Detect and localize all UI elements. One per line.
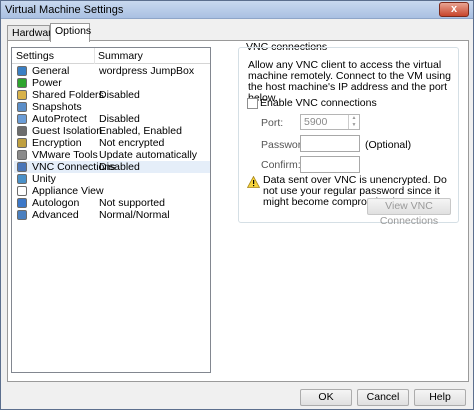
- port-spinner-arrows[interactable]: ▲ ▼: [348, 115, 359, 129]
- tab-hardware[interactable]: Hardware: [7, 25, 58, 41]
- warning-icon: [247, 176, 260, 188]
- settings-row-name: Autologon: [32, 197, 80, 209]
- settings-row-summary: Not encrypted: [99, 137, 165, 149]
- settings-row-name: Guest Isolation: [32, 125, 103, 137]
- settings-row[interactable]: Encryption Not encrypted: [14, 137, 210, 149]
- settings-row[interactable]: Advanced Normal/Normal: [14, 209, 210, 221]
- spinner-down-icon[interactable]: ▼: [349, 122, 359, 129]
- port-label: Port:: [261, 117, 284, 129]
- help-button[interactable]: Help: [414, 389, 466, 406]
- guest-isolation-icon: [17, 126, 27, 136]
- settings-row-summary: wordpress JumpBox: [99, 65, 195, 77]
- settings-row[interactable]: Guest Isolation Enabled, Enabled: [14, 125, 210, 137]
- list-header: Settings Summary: [12, 48, 210, 64]
- column-summary[interactable]: Summary: [98, 50, 143, 62]
- appliance-view-icon: [17, 186, 27, 196]
- settings-row[interactable]: General wordpress JumpBox: [14, 65, 210, 77]
- settings-row-name: Shared Folders: [32, 89, 104, 101]
- vmware-tools-icon: [17, 150, 27, 160]
- unity-icon: [17, 174, 27, 184]
- settings-row-name: AutoProtect: [32, 113, 87, 125]
- enable-vnc-label[interactable]: Enable VNC connections: [260, 97, 377, 109]
- general-icon: [17, 66, 27, 76]
- settings-row[interactable]: Shared Folders Disabled: [14, 89, 210, 101]
- settings-row-name: Snapshots: [32, 101, 82, 113]
- column-settings[interactable]: Settings: [16, 50, 54, 62]
- optional-label: (Optional): [365, 139, 412, 151]
- settings-row[interactable]: VMware Tools Update automatically: [14, 149, 210, 161]
- confirm-password-field[interactable]: [300, 156, 360, 173]
- settings-row-summary: Disabled: [99, 89, 140, 101]
- view-vnc-connections-button[interactable]: View VNC Connections: [367, 198, 451, 227]
- settings-row[interactable]: Unity: [14, 173, 210, 185]
- settings-row-name: Encryption: [32, 137, 82, 149]
- power-icon: [17, 78, 27, 88]
- settings-row[interactable]: Power: [14, 77, 210, 89]
- column-separator[interactable]: [94, 48, 95, 64]
- close-button[interactable]: x: [439, 2, 469, 17]
- confirm-label: Confirm:: [261, 159, 301, 171]
- settings-row-summary: Enabled, Enabled: [99, 125, 182, 137]
- advanced-icon: [17, 210, 27, 220]
- window-title: Virtual Machine Settings: [5, 4, 124, 16]
- settings-row-name: Unity: [32, 173, 56, 185]
- settings-list[interactable]: Settings Summary General wordpress JumpBo…: [11, 47, 211, 373]
- ok-button[interactable]: OK: [300, 389, 352, 406]
- settings-row[interactable]: Autologon Not supported: [14, 197, 210, 209]
- settings-row-summary: Disabled: [99, 113, 140, 125]
- settings-row[interactable]: VNC Connections Disabled: [14, 161, 210, 173]
- settings-row-name: Appliance View: [32, 185, 104, 197]
- settings-row-name: Advanced: [32, 209, 79, 221]
- spinner-up-icon[interactable]: ▲: [349, 115, 359, 122]
- settings-row-summary: Normal/Normal: [99, 209, 170, 221]
- tab-options[interactable]: Options: [50, 23, 91, 42]
- encryption-icon: [17, 138, 27, 148]
- dialog-footer: OK Cancel Help: [1, 385, 473, 409]
- settings-row-name: General: [32, 65, 70, 77]
- settings-row-name: Power: [32, 77, 62, 89]
- settings-row[interactable]: Snapshots: [14, 101, 210, 113]
- port-spinner[interactable]: 5900 ▲ ▼: [300, 114, 360, 130]
- snapshots-icon: [17, 102, 27, 112]
- settings-row-name: VMware Tools: [32, 149, 98, 161]
- settings-row[interactable]: Appliance View: [14, 185, 210, 197]
- settings-row-summary: Disabled: [99, 161, 140, 173]
- autologon-icon: [17, 198, 27, 208]
- settings-window: Virtual Machine Settings x Hardware Opti…: [0, 0, 474, 410]
- settings-row-summary: Not supported: [99, 197, 165, 209]
- port-value: 5900: [304, 116, 328, 128]
- shared-folders-icon: [17, 90, 27, 100]
- settings-row[interactable]: AutoProtect Disabled: [14, 113, 210, 125]
- settings-row-summary: Update automatically: [99, 149, 198, 161]
- autoprotect-icon: [17, 114, 27, 124]
- cancel-button[interactable]: Cancel: [357, 389, 409, 406]
- enable-vnc-checkbox[interactable]: [247, 98, 258, 109]
- vnc-connections-icon: [17, 162, 27, 172]
- title-bar[interactable]: Virtual Machine Settings x: [1, 1, 473, 19]
- password-field[interactable]: [300, 135, 360, 152]
